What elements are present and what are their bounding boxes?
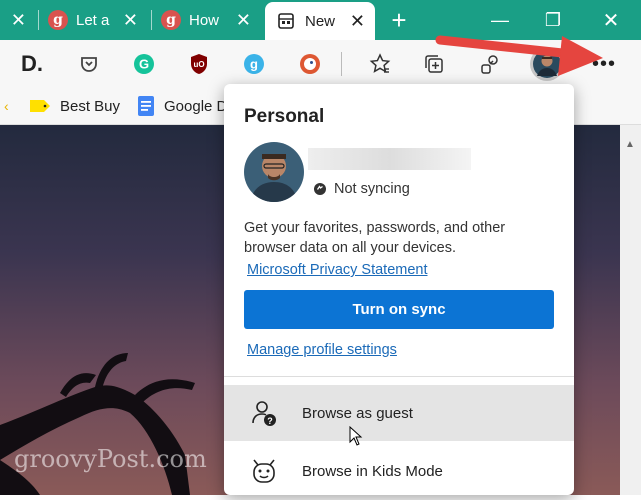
divider [224,376,574,377]
tab-separator [151,10,152,30]
tab-title: How [189,11,220,29]
tab-close-icon[interactable]: ✕ [123,10,138,31]
svg-text:?: ? [267,416,273,426]
scroll-up-icon[interactable]: ▲ [625,139,635,150]
toolbar: D. G uO g ••• [0,40,641,88]
duckduckgo-extension-icon[interactable] [294,48,326,80]
g-extension-icon[interactable]: g [238,48,270,80]
avatar [533,50,561,78]
new-tab-button[interactable]: + [383,0,415,40]
groovypost-favicon-icon: g [48,10,68,30]
maximize-icon[interactable]: ❐ [530,0,576,40]
tab-separator [38,10,39,30]
new-tab-page-icon [277,12,295,30]
svg-text:g: g [250,57,258,72]
favorite-label: Google D [164,97,228,115]
extensions-icon[interactable] [474,48,506,80]
close-window-icon[interactable]: ✕ [588,0,634,40]
profile-avatar-button[interactable] [530,47,564,81]
browse-as-guest-item[interactable]: ? Browse as guest [224,385,574,441]
sync-status: Not syncing [314,181,410,197]
tab-close-icon[interactable]: ✕ [11,10,26,31]
tab-close-icon[interactable]: ✕ [350,11,365,32]
best-buy-tag-icon [30,99,50,113]
profile-flyout: Personal Not syncing Get your favorites,… [224,84,574,495]
tab-title: New [305,12,336,30]
pocket-extension-icon[interactable] [73,48,105,80]
minimize-icon[interactable]: — [477,0,523,40]
svg-text:uO: uO [193,60,204,69]
favorite-google-docs[interactable]: Google D [138,88,227,124]
browse-in-kids-mode-item[interactable]: Browse in Kids Mode [224,443,574,499]
folder-chevron-icon[interactable]: ‹ [4,88,9,124]
kids-mode-icon [248,455,280,487]
profile-heading: Personal [244,106,325,127]
watermark: groovyPost.com [14,445,207,473]
profile-photo [244,142,304,202]
privacy-statement-link[interactable]: Microsoft Privacy Statement [247,262,428,278]
svg-text:G: G [139,57,149,72]
google-docs-icon [138,96,154,116]
turn-on-sync-button[interactable]: Turn on sync [244,290,554,329]
redacted-email [308,148,471,170]
guest-icon: ? [248,397,280,429]
ublock-extension-icon[interactable]: uO [183,48,215,80]
tab-let[interactable]: g Let a ✕ [48,0,148,40]
favorite-label: Best Buy [60,97,121,115]
scrollbar[interactable]: ▲ [620,125,641,495]
tab-close-icon[interactable]: ✕ [236,10,251,31]
more-menu-icon[interactable]: ••• [588,48,620,80]
tab-new[interactable]: New ✕ [265,2,375,40]
sync-status-text: Not syncing [334,181,410,197]
title-bar: ✕ g Let a ✕ g How ✕ New ✕ + — ❐ ✕ [0,0,641,40]
menu-item-label: Browse in Kids Mode [302,462,443,480]
favorites-star-icon[interactable] [364,48,396,80]
collections-icon[interactable] [418,48,450,80]
grammarly-extension-icon[interactable]: G [128,48,160,80]
tab-how[interactable]: g How ✕ [161,0,261,40]
disqus-extension-icon[interactable]: D. [16,48,48,80]
toolbar-divider [341,52,342,76]
favorite-best-buy[interactable]: Best Buy [30,88,120,124]
menu-item-label: Browse as guest [302,404,413,422]
manage-profile-link[interactable]: Manage profile settings [247,342,397,358]
sync-off-icon [314,183,326,195]
sync-description: Get your favorites, passwords, and other… [244,220,506,256]
groovypost-favicon-icon: g [161,10,181,30]
tab-previous[interactable]: ✕ [0,0,38,40]
tab-title: Let a [76,11,110,29]
mouse-cursor-icon [349,426,363,446]
